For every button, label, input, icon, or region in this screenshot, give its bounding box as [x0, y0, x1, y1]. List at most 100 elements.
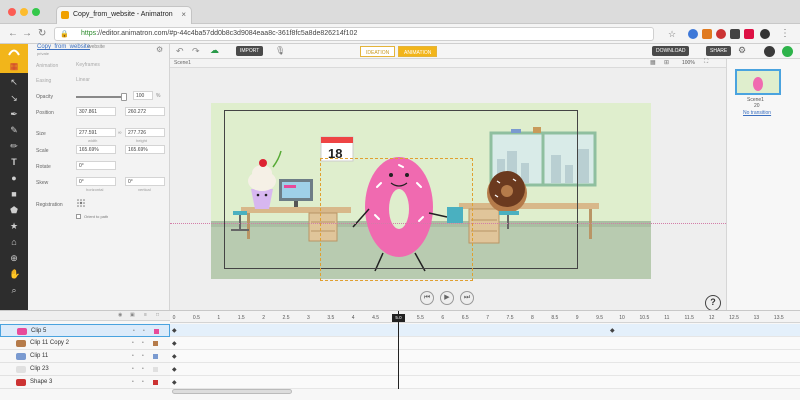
bucket-icon[interactable]: ⌂	[9, 237, 19, 247]
project-name[interactable]: Copy_from_website	[37, 44, 90, 50]
close-tab-icon[interactable]: ×	[181, 10, 186, 19]
play-button[interactable]: ▶	[440, 291, 454, 305]
selection-bounding-box[interactable]	[320, 158, 473, 281]
extension-icon[interactable]	[744, 29, 754, 39]
animatron-logo[interactable]	[0, 44, 28, 59]
layer-lock-icon[interactable]: •	[142, 379, 144, 385]
project-settings-icon[interactable]: ⚙	[156, 45, 163, 54]
animation-mode-button[interactable]: ANIMATION	[398, 46, 438, 57]
layer-row[interactable]: Shape 3 • •	[0, 376, 170, 389]
layer-color-swatch[interactable]	[154, 329, 159, 334]
timeline-scrollbar[interactable]	[172, 389, 292, 394]
settings-gear-icon[interactable]: ⚙	[738, 45, 746, 56]
microphone-icon[interactable]: 🎙	[275, 46, 285, 55]
transition-link[interactable]: No transition	[743, 110, 771, 116]
registration-grid-icon[interactable]	[76, 198, 86, 208]
opacity-input[interactable]: 100	[133, 91, 153, 100]
link-icon[interactable]: ∞	[118, 130, 122, 136]
cloud-save-icon[interactable]: ☁	[210, 45, 219, 56]
layer-lock-icon[interactable]: •	[142, 353, 144, 359]
layer-visibility-icon[interactable]: •	[132, 379, 134, 385]
layer-track[interactable]: ◆ ◆	[170, 324, 800, 337]
rectangle-icon[interactable]: ■	[9, 189, 19, 199]
extension-icon[interactable]	[688, 29, 698, 39]
layer-color-swatch[interactable]	[153, 354, 158, 359]
layer-color-swatch[interactable]	[153, 380, 158, 385]
scale-x-input[interactable]: 165.69%	[76, 145, 116, 154]
eyedropper-icon[interactable]: ⊕	[9, 253, 19, 263]
layer-track[interactable]: ◆	[170, 363, 800, 376]
scene-tab[interactable]: Scene1	[174, 60, 191, 66]
delete-layer-icon[interactable]: □	[156, 312, 159, 318]
share-button[interactable]: SHARE	[706, 46, 732, 56]
keyframe-marker[interactable]: ◆	[172, 327, 177, 334]
layer-visibility-icon[interactable]: •	[132, 353, 134, 359]
layer-row[interactable]: Clip 11 • •	[0, 350, 170, 363]
ideation-mode-button[interactable]: IDEATION	[360, 46, 396, 57]
visibility-icon[interactable]: ◉	[118, 312, 122, 318]
forward-icon[interactable]: →	[22, 28, 32, 40]
user-avatar[interactable]	[764, 46, 775, 57]
text-tool-icon[interactable]: T	[9, 157, 19, 167]
zoom-level[interactable]: 100%	[682, 60, 695, 66]
layer-row[interactable]: Clip 23 • •	[0, 363, 170, 376]
redo-icon[interactable]: ↷	[192, 46, 200, 57]
keyframe-marker[interactable]: ◆	[172, 366, 177, 373]
direct-select-icon[interactable]: ↘	[9, 93, 19, 103]
reload-icon[interactable]: ↻	[38, 28, 46, 40]
layer-track[interactable]: ◆	[170, 376, 800, 389]
polygon-icon[interactable]: ⬟	[9, 205, 19, 215]
browser-menu-icon[interactable]: ⋮	[780, 28, 790, 40]
import-button[interactable]: IMPORT	[236, 46, 264, 56]
ellipse-icon[interactable]: ●	[9, 173, 19, 183]
position-y-input[interactable]: 260.272	[125, 107, 165, 116]
layer-visibility-icon[interactable]: •	[133, 328, 135, 334]
size-height-input[interactable]: 277.726	[125, 128, 165, 137]
grid-icon[interactable]: ▦	[650, 59, 656, 66]
rotate-input[interactable]: 0°	[76, 161, 116, 170]
select-arrow-icon[interactable]: ↖	[9, 77, 19, 87]
forward-button[interactable]: ⏭	[460, 291, 474, 305]
add-layer-icon[interactable]: ≡	[144, 312, 147, 318]
animation-select[interactable]: Keyframes	[76, 62, 100, 68]
layer-visibility-icon[interactable]: •	[132, 366, 134, 372]
back-icon[interactable]: ←	[8, 28, 18, 40]
scene-thumbnail[interactable]	[735, 69, 781, 95]
layer-track[interactable]: ◆	[170, 350, 800, 363]
pen-icon[interactable]: ✒	[9, 109, 19, 119]
extension-icon[interactable]	[760, 29, 770, 39]
keyframe-marker[interactable]: ◆	[610, 327, 615, 334]
url-field[interactable]: 🔒 https://editor.animatron.com/#p-44c4ba…	[54, 27, 654, 41]
playhead[interactable]: 5.0	[392, 311, 405, 389]
layer-lock-icon[interactable]: •	[142, 366, 144, 372]
help-chat-icon[interactable]	[782, 46, 793, 57]
skew-y-input[interactable]: 0°	[125, 177, 165, 186]
keyframe-marker[interactable]: ◆	[172, 379, 177, 386]
star-icon[interactable]: ★	[9, 221, 19, 231]
maximize-window-icon[interactable]	[32, 8, 40, 16]
pencil-icon[interactable]: ✏	[9, 141, 19, 151]
layer-row[interactable]: Clip 5 • •	[0, 324, 170, 337]
scale-y-input[interactable]: 165.69%	[125, 145, 165, 154]
layer-lock-icon[interactable]: •	[142, 340, 144, 346]
library-icon[interactable]: ▦	[9, 61, 19, 71]
timeline-ruler[interactable]: 00.511.522.533.544.55.05.566.577.588.599…	[170, 311, 800, 323]
extension-icon[interactable]	[730, 29, 740, 39]
fullscreen-icon[interactable]: ⛶	[704, 59, 708, 66]
hand-icon[interactable]: ✋	[9, 269, 20, 279]
extension-icon[interactable]	[702, 29, 712, 39]
undo-icon[interactable]: ↶	[176, 46, 184, 57]
size-width-input[interactable]: 277.591	[76, 128, 116, 137]
brush-icon[interactable]: ✎	[9, 125, 19, 135]
extension-icon[interactable]	[716, 29, 726, 39]
keyframe-marker[interactable]: ◆	[172, 340, 177, 347]
zoom-icon[interactable]: ⌕	[9, 285, 19, 295]
orient-checkbox[interactable]	[76, 214, 81, 219]
skew-x-input[interactable]: 0°	[76, 177, 116, 186]
browser-tab[interactable]: Copy_from_website - Animatron ×	[56, 6, 192, 24]
layer-lock-icon[interactable]: •	[143, 328, 145, 334]
snap-icon[interactable]: ⊞	[664, 59, 669, 66]
layer-track[interactable]: ◆	[170, 337, 800, 350]
help-icon[interactable]: ?	[705, 295, 721, 311]
minimize-window-icon[interactable]	[20, 8, 28, 16]
